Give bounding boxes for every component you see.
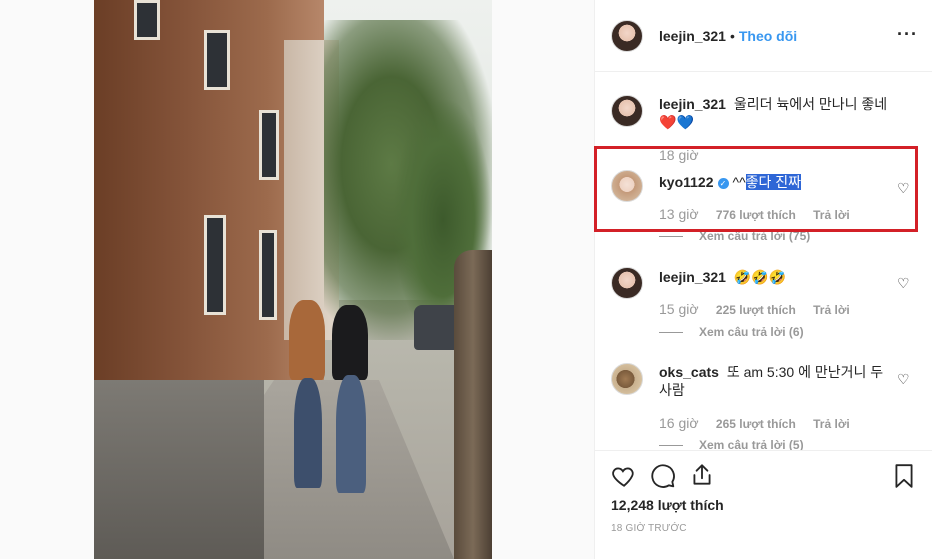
bookmark-icon[interactable] xyxy=(891,463,917,489)
photo-person-right xyxy=(332,305,368,380)
reply-button[interactable]: Trả lời xyxy=(813,208,850,222)
post-photo[interactable] xyxy=(94,0,492,559)
photo-window xyxy=(204,30,230,90)
author-avatar[interactable] xyxy=(611,19,643,52)
view-replies-line xyxy=(659,445,683,447)
blue-heart-emoji: 💙 xyxy=(676,114,694,130)
view-replies-button[interactable]: Xem câu trả lời (75) xyxy=(659,229,810,243)
comment-text: 🤣🤣🤣 xyxy=(733,269,787,285)
reply-button[interactable]: Trả lời xyxy=(813,303,850,317)
comment-body: leejin_321 울리더 뉵에서 만나니 좋네 ❤️💙 xyxy=(659,95,889,131)
small-heart-icon[interactable]: ♡ xyxy=(897,276,911,290)
photo-person-left xyxy=(289,300,325,380)
comment-text: 울리더 뉵에서 만나니 좋네 xyxy=(733,96,888,112)
more-options-icon[interactable]: ··· xyxy=(897,25,918,43)
view-replies-line xyxy=(659,236,683,238)
selected-text: 좋다 진짜 xyxy=(745,174,802,190)
commenter-avatar[interactable] xyxy=(611,267,643,299)
comment-username[interactable]: kyo1122 xyxy=(659,174,714,190)
comment-item: leejin_321 울리더 뉵에서 만나니 좋네 ❤️💙 18 giờ xyxy=(611,95,917,175)
follow-button[interactable]: Theo dõi xyxy=(739,28,797,44)
comment-item: leejin_321 🤣🤣🤣 ♡ 15 giờ 225 lượt thích T… xyxy=(611,267,917,347)
verified-badge-icon: ✓ xyxy=(717,178,729,189)
photo-window xyxy=(134,0,160,40)
comment-time[interactable]: 15 giờ xyxy=(659,301,699,317)
photo-tree-trunk xyxy=(454,250,492,559)
reply-button[interactable]: Trả lời xyxy=(813,417,850,431)
photo-window xyxy=(259,230,277,320)
comment-meta: 15 giờ 225 lượt thích Trả lời xyxy=(659,301,864,317)
small-heart-icon[interactable]: ♡ xyxy=(897,372,911,386)
comment-username[interactable]: leejin_321 xyxy=(659,96,726,112)
commenter-avatar[interactable] xyxy=(611,363,643,395)
likes-count[interactable]: 12,248 lượt thích xyxy=(611,497,724,513)
comment-item: oks_cats 또 am 5:30 에 만난거니 두사람 ♡ 16 giờ 2… xyxy=(611,363,917,450)
comment-likes[interactable]: 225 lượt thích xyxy=(716,303,796,317)
author-username[interactable]: leejin_321 xyxy=(659,28,726,44)
view-replies-label: Xem câu trả lời (75) xyxy=(699,229,811,243)
comment-meta: 13 giờ 776 lượt thích Trả lời xyxy=(659,206,864,222)
comment-text-prefix: ^^ xyxy=(732,174,746,190)
view-replies-line xyxy=(659,332,683,334)
post-timestamp: 18 GIỜ TRƯỚC xyxy=(611,523,687,534)
comment-body: oks_cats 또 am 5:30 에 만난거니 두사람 xyxy=(659,363,889,399)
comment-meta: 16 giờ 265 lượt thích Trả lời xyxy=(659,415,864,431)
comment-likes[interactable]: 265 lượt thích xyxy=(716,417,796,431)
heart-icon[interactable] xyxy=(611,463,637,489)
comment-icon[interactable] xyxy=(650,463,676,489)
view-replies-button[interactable]: Xem câu trả lời (5) xyxy=(659,438,804,450)
comment-body: kyo1122 ✓ ^^좋다 진짜 xyxy=(659,173,889,191)
comment-likes[interactable]: 776 lượt thích xyxy=(716,208,796,222)
comment-time[interactable]: 18 giờ xyxy=(659,147,699,163)
comments-list[interactable]: leejin_321 울리더 뉵에서 만나니 좋네 ❤️💙 18 giờ kyo… xyxy=(595,73,932,450)
small-heart-icon[interactable]: ♡ xyxy=(897,181,911,195)
comment-username[interactable]: oks_cats xyxy=(659,364,719,380)
comment-time[interactable]: 16 giờ xyxy=(659,415,699,431)
red-heart-emoji: ❤️ xyxy=(659,114,677,130)
photo-person-left-legs xyxy=(294,378,322,488)
comment-body: leejin_321 🤣🤣🤣 xyxy=(659,268,889,286)
comment-username[interactable]: leejin_321 xyxy=(659,269,726,285)
photo-stoop xyxy=(94,380,264,559)
comment-time[interactable]: 13 giờ xyxy=(659,206,699,222)
view-replies-label: Xem câu trả lời (5) xyxy=(699,438,804,450)
comment-meta: 18 giờ xyxy=(659,147,713,163)
photo-window xyxy=(204,215,226,315)
photo-window xyxy=(259,110,279,180)
view-replies-label: Xem câu trả lời (6) xyxy=(699,325,804,339)
photo-person-right-legs xyxy=(336,375,366,493)
commenter-avatar[interactable] xyxy=(611,170,643,202)
post-header: leejin_321 • Theo dõi ··· xyxy=(595,0,932,72)
header-separator: • xyxy=(729,27,735,44)
view-replies-button[interactable]: Xem câu trả lời (6) xyxy=(659,325,804,339)
commenter-avatar[interactable] xyxy=(611,95,643,127)
post-sidebar: leejin_321 • Theo dõi ··· leejin_321 울리더… xyxy=(594,0,932,559)
comment-item: kyo1122 ✓ ^^좋다 진짜 ♡ 13 giờ 776 lượt thích … xyxy=(611,170,917,250)
post-actions: 12,248 lượt thích 18 GIỜ TRƯỚC xyxy=(595,450,932,559)
share-icon[interactable] xyxy=(689,462,715,488)
